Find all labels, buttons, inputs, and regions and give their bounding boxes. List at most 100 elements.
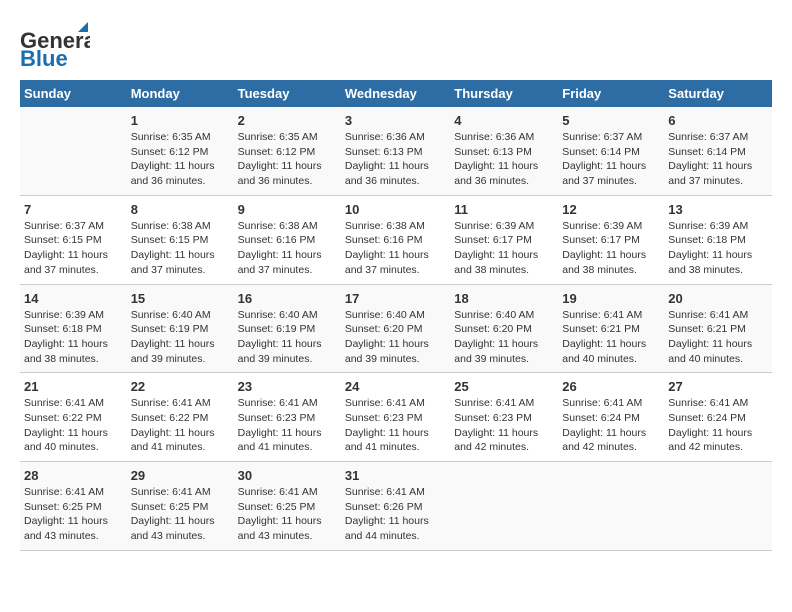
calendar-cell: 31 Sunrise: 6:41 AM Sunset: 6:26 PM Dayli… (341, 462, 450, 551)
logo: General Blue (20, 20, 90, 70)
svg-text:Blue: Blue (20, 46, 68, 70)
day-info: Sunrise: 6:38 AM Sunset: 6:15 PM Dayligh… (131, 219, 230, 278)
day-info: Sunrise: 6:35 AM Sunset: 6:12 PM Dayligh… (131, 130, 230, 189)
day-number: 15 (131, 291, 230, 306)
day-info: Sunrise: 6:39 AM Sunset: 6:17 PM Dayligh… (454, 219, 554, 278)
day-number: 27 (668, 379, 768, 394)
day-number: 26 (562, 379, 660, 394)
calendar-week-row: 28 Sunrise: 6:41 AM Sunset: 6:25 PM Dayli… (20, 462, 772, 551)
day-number: 13 (668, 202, 768, 217)
calendar-cell (558, 462, 664, 551)
header-cell: Thursday (450, 80, 558, 107)
calendar-cell: 17 Sunrise: 6:40 AM Sunset: 6:20 PM Dayli… (341, 284, 450, 373)
day-number: 22 (131, 379, 230, 394)
day-number: 28 (24, 468, 123, 483)
calendar-cell: 15 Sunrise: 6:40 AM Sunset: 6:19 PM Dayli… (127, 284, 234, 373)
day-info: Sunrise: 6:41 AM Sunset: 6:26 PM Dayligh… (345, 485, 446, 544)
day-info: Sunrise: 6:37 AM Sunset: 6:15 PM Dayligh… (24, 219, 123, 278)
calendar-cell: 14 Sunrise: 6:39 AM Sunset: 6:18 PM Dayli… (20, 284, 127, 373)
day-number: 1 (131, 113, 230, 128)
calendar-cell: 9Sunrise: 6:38 AM Sunset: 6:16 PM Daylig… (234, 195, 341, 284)
calendar-cell: 11 Sunrise: 6:39 AM Sunset: 6:17 PM Dayli… (450, 195, 558, 284)
day-info: Sunrise: 6:41 AM Sunset: 6:25 PM Dayligh… (238, 485, 337, 544)
day-number: 23 (238, 379, 337, 394)
day-info: Sunrise: 6:41 AM Sunset: 6:23 PM Dayligh… (345, 396, 446, 455)
calendar-cell (664, 462, 772, 551)
calendar-cell: 5 Sunrise: 6:37 AM Sunset: 6:14 PM Daylig… (558, 107, 664, 195)
calendar-cell: 18Sunrise: 6:40 AM Sunset: 6:20 PM Dayli… (450, 284, 558, 373)
calendar-cell: 27 Sunrise: 6:41 AM Sunset: 6:24 PM Dayli… (664, 373, 772, 462)
calendar-cell: 12 Sunrise: 6:39 AM Sunset: 6:17 PM Dayli… (558, 195, 664, 284)
calendar-table: SundayMondayTuesdayWednesdayThursdayFrid… (20, 80, 772, 551)
header-cell: Wednesday (341, 80, 450, 107)
calendar-cell: 25 Sunrise: 6:41 AM Sunset: 6:23 PM Dayli… (450, 373, 558, 462)
calendar-cell: 26 Sunrise: 6:41 AM Sunset: 6:24 PM Dayli… (558, 373, 664, 462)
calendar-cell: 4Sunrise: 6:36 AM Sunset: 6:13 PM Daylig… (450, 107, 558, 195)
day-number: 7 (24, 202, 123, 217)
day-info: Sunrise: 6:40 AM Sunset: 6:19 PM Dayligh… (238, 308, 337, 367)
calendar-cell (20, 107, 127, 195)
calendar-cell: 7 Sunrise: 6:37 AM Sunset: 6:15 PM Daylig… (20, 195, 127, 284)
day-number: 11 (454, 202, 554, 217)
day-info: Sunrise: 6:37 AM Sunset: 6:14 PM Dayligh… (668, 130, 768, 189)
day-info: Sunrise: 6:39 AM Sunset: 6:18 PM Dayligh… (24, 308, 123, 367)
calendar-cell (450, 462, 558, 551)
day-info: Sunrise: 6:41 AM Sunset: 6:22 PM Dayligh… (24, 396, 123, 455)
day-info: Sunrise: 6:37 AM Sunset: 6:14 PM Dayligh… (562, 130, 660, 189)
day-number: 6 (668, 113, 768, 128)
calendar-cell: 19Sunrise: 6:41 AM Sunset: 6:21 PM Dayli… (558, 284, 664, 373)
day-info: Sunrise: 6:40 AM Sunset: 6:20 PM Dayligh… (454, 308, 554, 367)
day-number: 14 (24, 291, 123, 306)
day-number: 31 (345, 468, 446, 483)
calendar-cell: 2 Sunrise: 6:35 AM Sunset: 6:12 PM Daylig… (234, 107, 341, 195)
day-info: Sunrise: 6:41 AM Sunset: 6:23 PM Dayligh… (238, 396, 337, 455)
calendar-cell: 23 Sunrise: 6:41 AM Sunset: 6:23 PM Dayli… (234, 373, 341, 462)
calendar-cell: 13 Sunrise: 6:39 AM Sunset: 6:18 PM Dayli… (664, 195, 772, 284)
day-info: Sunrise: 6:38 AM Sunset: 6:16 PM Dayligh… (238, 219, 337, 278)
calendar-cell: 24 Sunrise: 6:41 AM Sunset: 6:23 PM Dayli… (341, 373, 450, 462)
day-number: 3 (345, 113, 446, 128)
day-info: Sunrise: 6:41 AM Sunset: 6:24 PM Dayligh… (668, 396, 768, 455)
calendar-cell: 6 Sunrise: 6:37 AM Sunset: 6:14 PM Daylig… (664, 107, 772, 195)
day-number: 25 (454, 379, 554, 394)
day-info: Sunrise: 6:41 AM Sunset: 6:23 PM Dayligh… (454, 396, 554, 455)
logo-icon: General Blue (20, 20, 90, 70)
day-number: 12 (562, 202, 660, 217)
day-info: Sunrise: 6:39 AM Sunset: 6:18 PM Dayligh… (668, 219, 768, 278)
header-row: SundayMondayTuesdayWednesdayThursdayFrid… (20, 80, 772, 107)
day-info: Sunrise: 6:36 AM Sunset: 6:13 PM Dayligh… (345, 130, 446, 189)
day-number: 19 (562, 291, 660, 306)
calendar-week-row: 1 Sunrise: 6:35 AM Sunset: 6:12 PM Daylig… (20, 107, 772, 195)
calendar-cell: 21 Sunrise: 6:41 AM Sunset: 6:22 PM Dayli… (20, 373, 127, 462)
header-cell: Sunday (20, 80, 127, 107)
day-info: Sunrise: 6:41 AM Sunset: 6:25 PM Dayligh… (131, 485, 230, 544)
day-number: 2 (238, 113, 337, 128)
calendar-week-row: 21 Sunrise: 6:41 AM Sunset: 6:22 PM Dayli… (20, 373, 772, 462)
day-number: 16 (238, 291, 337, 306)
calendar-cell: 29 Sunrise: 6:41 AM Sunset: 6:25 PM Dayli… (127, 462, 234, 551)
day-info: Sunrise: 6:39 AM Sunset: 6:17 PM Dayligh… (562, 219, 660, 278)
calendar-cell: 20Sunrise: 6:41 AM Sunset: 6:21 PM Dayli… (664, 284, 772, 373)
day-info: Sunrise: 6:35 AM Sunset: 6:12 PM Dayligh… (238, 130, 337, 189)
day-info: Sunrise: 6:40 AM Sunset: 6:19 PM Dayligh… (131, 308, 230, 367)
page-header: General Blue (20, 20, 772, 70)
day-number: 10 (345, 202, 446, 217)
day-number: 17 (345, 291, 446, 306)
calendar-cell: 10Sunrise: 6:38 AM Sunset: 6:16 PM Dayli… (341, 195, 450, 284)
day-info: Sunrise: 6:41 AM Sunset: 6:22 PM Dayligh… (131, 396, 230, 455)
day-info: Sunrise: 6:40 AM Sunset: 6:20 PM Dayligh… (345, 308, 446, 367)
day-number: 5 (562, 113, 660, 128)
calendar-cell: 3 Sunrise: 6:36 AM Sunset: 6:13 PM Daylig… (341, 107, 450, 195)
day-number: 29 (131, 468, 230, 483)
day-number: 24 (345, 379, 446, 394)
header-cell: Friday (558, 80, 664, 107)
calendar-cell: 28 Sunrise: 6:41 AM Sunset: 6:25 PM Dayli… (20, 462, 127, 551)
calendar-cell: 16 Sunrise: 6:40 AM Sunset: 6:19 PM Dayli… (234, 284, 341, 373)
calendar-cell: 1 Sunrise: 6:35 AM Sunset: 6:12 PM Daylig… (127, 107, 234, 195)
calendar-cell: 22 Sunrise: 6:41 AM Sunset: 6:22 PM Dayli… (127, 373, 234, 462)
day-number: 8 (131, 202, 230, 217)
day-number: 21 (24, 379, 123, 394)
day-info: Sunrise: 6:41 AM Sunset: 6:25 PM Dayligh… (24, 485, 123, 544)
day-info: Sunrise: 6:41 AM Sunset: 6:24 PM Dayligh… (562, 396, 660, 455)
day-info: Sunrise: 6:41 AM Sunset: 6:21 PM Dayligh… (668, 308, 768, 367)
